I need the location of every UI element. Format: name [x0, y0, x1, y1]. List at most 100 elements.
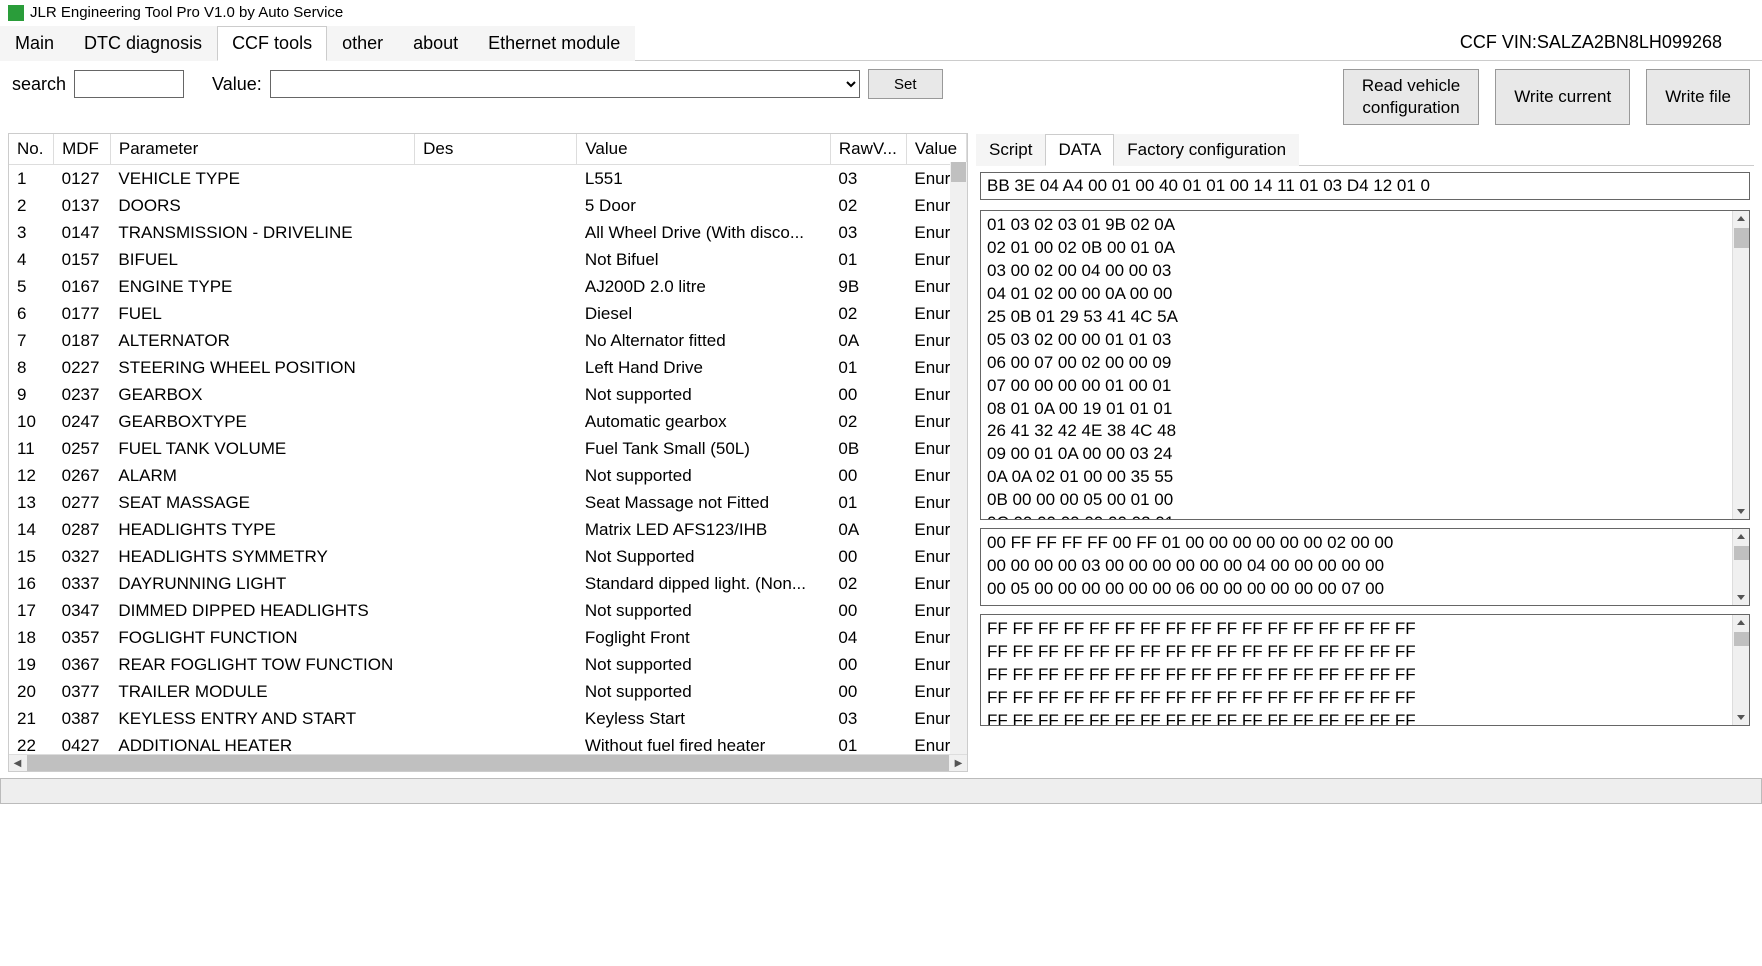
th-parameter[interactable]: Parameter: [110, 134, 414, 165]
table-row[interactable]: 210387KEYLESS ENTRY AND STARTKeyless Sta…: [9, 705, 967, 732]
table-row[interactable]: 40157BIFUELNot Bifuel01Enur: [9, 246, 967, 273]
cell-param: ENGINE TYPE: [110, 273, 414, 300]
scroll-left-icon[interactable]: ◀: [9, 755, 26, 772]
cell-param: HEADLIGHTS TYPE: [110, 516, 414, 543]
subtab-data[interactable]: DATA: [1045, 134, 1114, 166]
table-row[interactable]: 60177FUELDiesel02Enur: [9, 300, 967, 327]
cell-no: 5: [9, 273, 54, 300]
subtab-factory[interactable]: Factory configuration: [1114, 134, 1299, 166]
hex-box-1[interactable]: 01 03 02 03 01 9B 02 0A 02 01 00 02 0B 0…: [980, 210, 1750, 520]
scroll-right-icon[interactable]: ▶: [950, 755, 967, 772]
table-row[interactable]: 200377TRAILER MODULENot supported00Enur: [9, 678, 967, 705]
hex-box-2[interactable]: 00 FF FF FF FF 00 FF 01 00 00 00 00 00 0…: [980, 528, 1750, 606]
hex2-scrollbar[interactable]: [1732, 529, 1749, 605]
tab-dtc[interactable]: DTC diagnosis: [69, 26, 217, 61]
th-des[interactable]: Des: [415, 134, 577, 165]
table-row[interactable]: 180357FOGLIGHT FUNCTIONFoglight Front04E…: [9, 624, 967, 651]
cell-des: [415, 192, 577, 219]
main-tabs: Main DTC diagnosis CCF tools other about…: [0, 25, 1762, 61]
cell-param: TRAILER MODULE: [110, 678, 414, 705]
search-input[interactable]: [74, 70, 184, 98]
table-row[interactable]: 150327HEADLIGHTS SYMMETRYNot Supported00…: [9, 543, 967, 570]
tab-ethernet[interactable]: Ethernet module: [473, 26, 635, 61]
write-file-button[interactable]: Write file: [1646, 69, 1750, 125]
table-header-row: No. MDF Parameter Des Value RawV... Valu…: [9, 134, 967, 165]
cell-raw: 0B: [830, 435, 906, 462]
cell-value: Matrix LED AFS123/IHB: [577, 516, 831, 543]
cell-raw: 9B: [830, 273, 906, 300]
cell-param: ADDITIONAL HEATER: [110, 732, 414, 754]
cell-param: STEERING WHEEL POSITION: [110, 354, 414, 381]
table-row[interactable]: 70187ALTERNATORNo Alternator fitted0AEnu…: [9, 327, 967, 354]
table-row[interactable]: 30147TRANSMISSION - DRIVELINEAll Wheel D…: [9, 219, 967, 246]
cell-no: 16: [9, 570, 54, 597]
cell-des: [415, 678, 577, 705]
hex-box-3[interactable]: FF FF FF FF FF FF FF FF FF FF FF FF FF F…: [980, 614, 1750, 726]
cell-param: ALTERNATOR: [110, 327, 414, 354]
hex-header-input[interactable]: BB 3E 04 A4 00 01 00 40 01 01 00 14 11 0…: [980, 172, 1750, 200]
cell-raw: 00: [830, 597, 906, 624]
table-row[interactable]: 110257FUEL TANK VOLUMEFuel Tank Small (5…: [9, 435, 967, 462]
cell-raw: 02: [830, 192, 906, 219]
th-value[interactable]: Value: [577, 134, 831, 165]
table-row[interactable]: 90237GEARBOXNot supported00Enur: [9, 381, 967, 408]
th-rawv[interactable]: RawV...: [830, 134, 906, 165]
table-row[interactable]: 20137DOORS5 Door02Enur: [9, 192, 967, 219]
titlebar: JLR Engineering Tool Pro V1.0 by Auto Se…: [0, 0, 1762, 25]
hex1-scrollbar[interactable]: [1732, 211, 1749, 519]
cell-param: GEARBOXTYPE: [110, 408, 414, 435]
cell-value: L551: [577, 165, 831, 193]
table-row[interactable]: 50167ENGINE TYPEAJ200D 2.0 litre9BEnur: [9, 273, 967, 300]
tab-about[interactable]: about: [398, 26, 473, 61]
table-row[interactable]: 100247GEARBOXTYPEAutomatic gearbox02Enur: [9, 408, 967, 435]
tab-main[interactable]: Main: [0, 26, 69, 61]
right-panel: Script DATA Factory configuration BB 3E …: [976, 133, 1754, 772]
th-value-type[interactable]: Value: [906, 134, 966, 165]
statusbar: [0, 778, 1762, 804]
cell-mdf: 0147: [54, 219, 111, 246]
hex3-scrollbar[interactable]: [1732, 615, 1749, 725]
table-row[interactable]: 190367REAR FOGLIGHT TOW FUNCTIONNot supp…: [9, 651, 967, 678]
cell-param: TRANSMISSION - DRIVELINE: [110, 219, 414, 246]
cell-mdf: 0357: [54, 624, 111, 651]
cell-param: HEADLIGHTS SYMMETRY: [110, 543, 414, 570]
th-mdf[interactable]: MDF: [54, 134, 111, 165]
ccf-table: No. MDF Parameter Des Value RawV... Valu…: [8, 133, 968, 772]
table-row[interactable]: 170347DIMMED DIPPED HEADLIGHTSNot suppor…: [9, 597, 967, 624]
cell-raw: 00: [830, 651, 906, 678]
cell-value: Keyless Start: [577, 705, 831, 732]
cell-value: Seat Massage not Fitted: [577, 489, 831, 516]
cell-des: [415, 732, 577, 754]
cell-no: 22: [9, 732, 54, 754]
table-row[interactable]: 140287HEADLIGHTS TYPEMatrix LED AFS123/I…: [9, 516, 967, 543]
cell-value: Foglight Front: [577, 624, 831, 651]
value-select[interactable]: [270, 70, 860, 98]
table-row[interactable]: 80227STEERING WHEEL POSITIONLeft Hand Dr…: [9, 354, 967, 381]
cell-value: Fuel Tank Small (50L): [577, 435, 831, 462]
cell-param: REAR FOGLIGHT TOW FUNCTION: [110, 651, 414, 678]
tab-other[interactable]: other: [327, 26, 398, 61]
th-no[interactable]: No.: [9, 134, 54, 165]
cell-des: [415, 165, 577, 193]
cell-value: Automatic gearbox: [577, 408, 831, 435]
table-row[interactable]: 160337DAYRUNNING LIGHTStandard dipped li…: [9, 570, 967, 597]
set-button[interactable]: Set: [868, 69, 943, 99]
write-current-button[interactable]: Write current: [1495, 69, 1630, 125]
table-row[interactable]: 120267ALARMNot supported00Enur: [9, 462, 967, 489]
table-h-scrollbar[interactable]: ◀ ▶: [9, 754, 967, 771]
table-row[interactable]: 220427ADDITIONAL HEATERWithout fuel fire…: [9, 732, 967, 754]
cell-no: 1: [9, 165, 54, 193]
cell-des: [415, 651, 577, 678]
cell-no: 2: [9, 192, 54, 219]
cell-raw: 01: [830, 246, 906, 273]
table-v-scrollbar[interactable]: [950, 162, 967, 754]
tab-ccf[interactable]: CCF tools: [217, 26, 327, 61]
subtab-script[interactable]: Script: [976, 134, 1045, 166]
cell-param: ALARM: [110, 462, 414, 489]
cell-raw: 0A: [830, 327, 906, 354]
window-title: JLR Engineering Tool Pro V1.0 by Auto Se…: [30, 4, 343, 21]
read-vehicle-config-button[interactable]: Read vehicle configuration: [1343, 69, 1479, 125]
table-row[interactable]: 130277SEAT MASSAGESeat Massage not Fitte…: [9, 489, 967, 516]
cell-value: Without fuel fired heater: [577, 732, 831, 754]
table-row[interactable]: 10127VEHICLE TYPEL55103Enur: [9, 165, 967, 193]
